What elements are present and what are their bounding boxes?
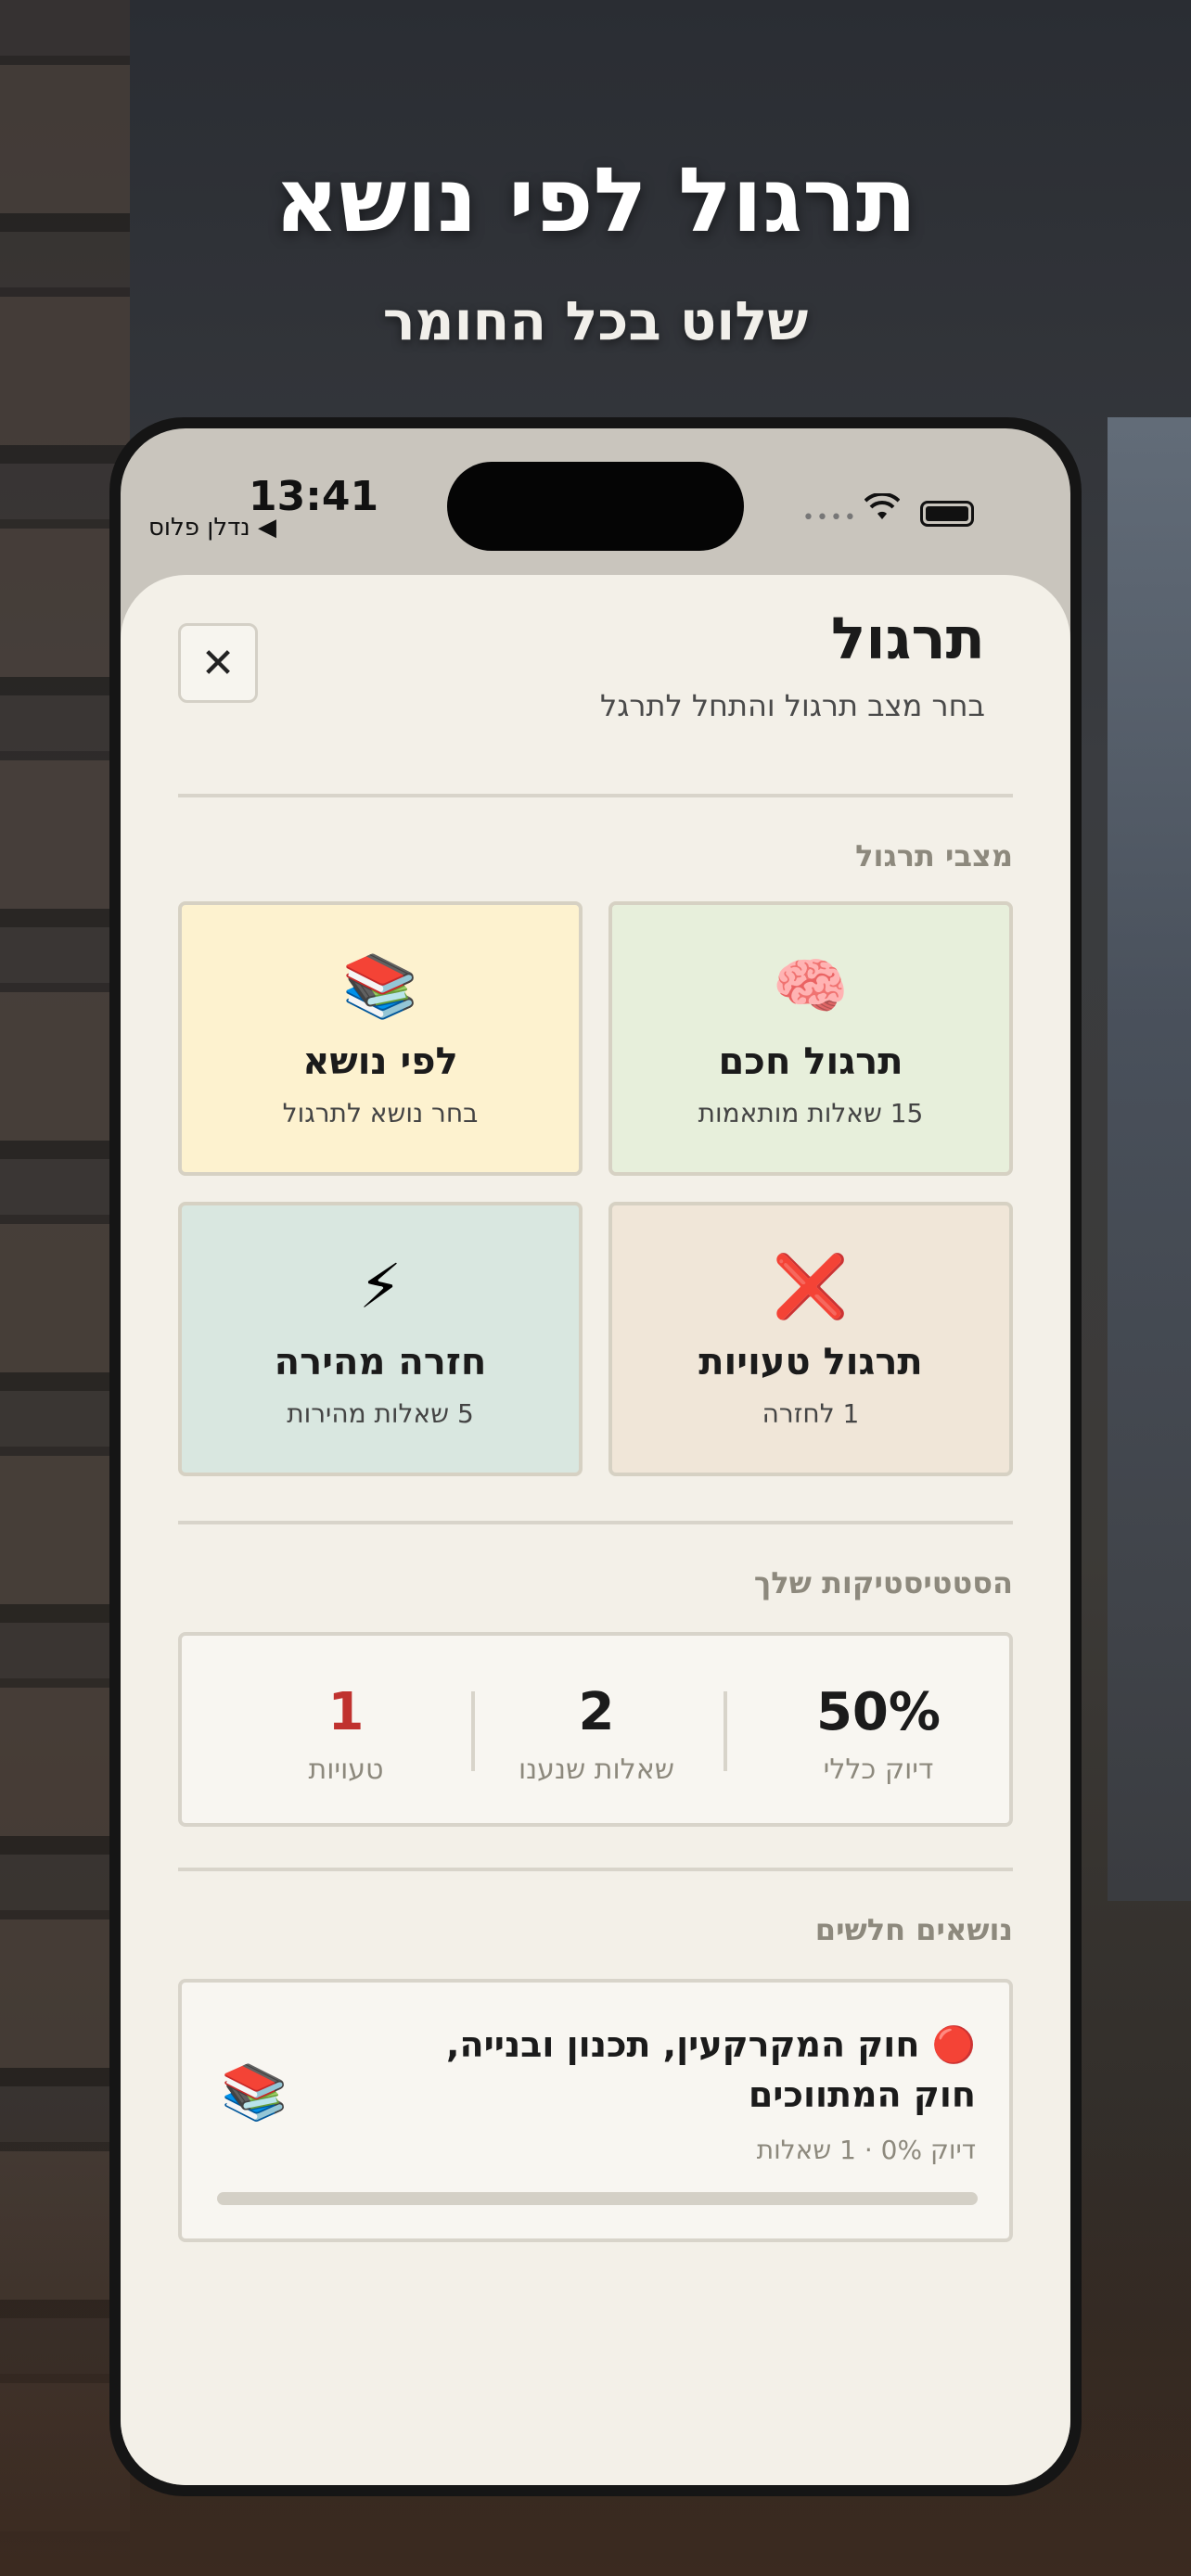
lightning-icon: ⚡ — [358, 1251, 403, 1322]
mode-card-by-topic[interactable]: 📚 לפי נושא בחר נושא לתרגול — [178, 901, 583, 1176]
promo-headline: תרגול לפי נושא — [274, 148, 917, 252]
mode-card-subtitle: 1 לחזרה — [762, 1398, 860, 1429]
phone-frame: 13:41 ◀ נדלן פלוס •••• ✕ תרגול בחר מצב ת… — [109, 417, 1082, 2496]
mode-card-mistakes-practice[interactable]: ❌ תרגול טעויות 1 לחזרה — [608, 1202, 1013, 1476]
stat-answered: 2 שאלות שנענו — [471, 1682, 722, 1786]
red-circle-icon: 🔴 — [931, 2024, 976, 2065]
stat-value: 2 — [578, 1682, 615, 1742]
stat-accuracy: 50% דיוק כללי — [753, 1682, 1004, 1786]
stats-section-label: הסטטיסטיקות שלך — [753, 1565, 1013, 1600]
wifi-icon — [864, 491, 901, 529]
stat-label: טעויות — [308, 1753, 384, 1786]
weak-topic-title: 🔴 חוק המקרקעין, תכנון ובנייה, חוק המתווכ… — [382, 2020, 976, 2120]
books-icon: 📚 — [341, 950, 419, 1022]
mode-card-title: תרגול טעויות — [698, 1341, 923, 1384]
weak-topic-card[interactable]: 📚 🔴 חוק המקרקעין, תכנון ובנייה, חוק המתו… — [178, 1979, 1013, 2242]
mode-card-subtitle: בחר נושא לתרגול — [282, 1098, 479, 1129]
weak-topic-meta: דיוק 0% · 1 שאלות — [756, 2135, 976, 2165]
stat-separator — [471, 1691, 475, 1771]
books-icon: 📚 — [221, 2060, 288, 2123]
stat-mistakes: 1 טעויות — [221, 1682, 471, 1786]
divider — [178, 794, 1013, 797]
stats-panel: 50% דיוק כללי 2 שאלות שנענו 1 טעויות — [178, 1632, 1013, 1827]
modes-section-label: מצבי תרגול — [855, 838, 1013, 874]
promo-subline: שלוט בכל החומר — [382, 289, 809, 352]
mode-card-smart-practice[interactable]: 🧠 תרגול חכם 15 שאלות מותאמות — [608, 901, 1013, 1176]
stat-label: דיוק כללי — [823, 1753, 934, 1786]
brain-icon: 🧠 — [772, 950, 850, 1022]
weak-topics-section-label: נושאים חלשים — [814, 1912, 1013, 1947]
mode-card-subtitle: 15 שאלות מותאמות — [698, 1098, 924, 1129]
stat-label: שאלות שנענו — [518, 1753, 675, 1786]
phone-screen: 13:41 ◀ נדלן פלוס •••• ✕ תרגול בחר מצב ת… — [121, 428, 1070, 2485]
dynamic-island — [447, 462, 744, 551]
close-button[interactable]: ✕ — [178, 623, 258, 703]
mode-card-quick-review[interactable]: ⚡ חזרה מהירה 5 שאלות מהירות — [178, 1202, 583, 1476]
background-window — [1108, 417, 1191, 1901]
back-to-app-link[interactable]: ◀ נדלן פלוס — [148, 514, 276, 542]
mode-card-title: חזרה מהירה — [274, 1341, 487, 1384]
stat-value: 50% — [815, 1682, 941, 1742]
cross-icon: ❌ — [772, 1251, 850, 1322]
stat-separator — [724, 1691, 727, 1771]
divider — [178, 1868, 1013, 1871]
divider — [178, 1521, 1013, 1524]
mode-card-title: לפי נושא — [302, 1040, 458, 1083]
weak-topic-progress-bar — [217, 2192, 978, 2205]
signal-icon: •••• — [802, 506, 858, 529]
page-title: תרגול — [830, 605, 985, 672]
battery-icon — [920, 501, 974, 527]
mode-card-subtitle: 5 שאלות מהירות — [287, 1398, 474, 1429]
weak-topic-name: חוק המקרקעין, תכנון ובנייה, חוק המתווכים — [446, 2024, 976, 2115]
stat-value: 1 — [327, 1682, 365, 1742]
practice-sheet: ✕ תרגול בחר מצב תרגול והתחל לתרגל מצבי ת… — [121, 575, 1070, 2485]
mode-card-title: תרגול חכם — [718, 1040, 903, 1083]
page-subtitle: בחר מצב תרגול והתחל לתרגל — [600, 688, 985, 723]
